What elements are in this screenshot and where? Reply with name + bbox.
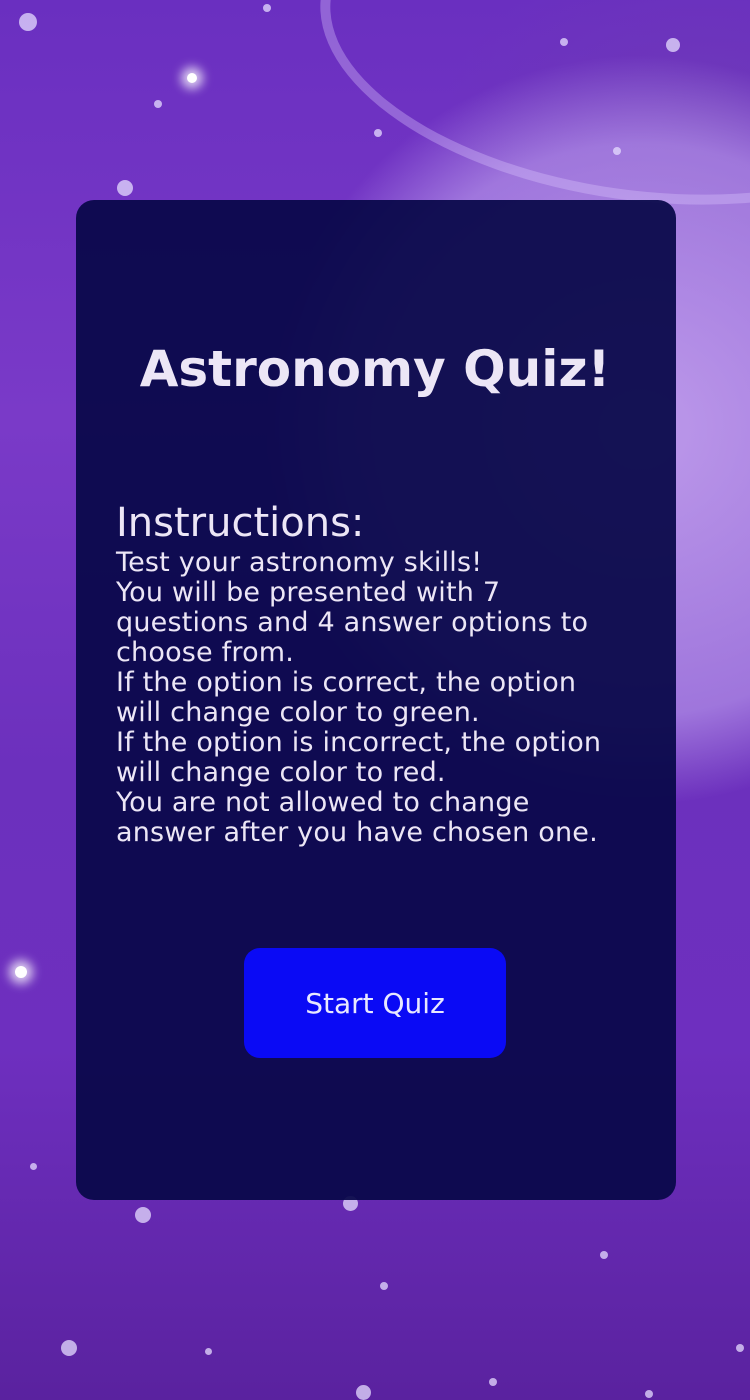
- star: [736, 1344, 744, 1352]
- instruction-line: questions and 4 answer options to: [116, 607, 589, 638]
- star: [645, 1390, 653, 1398]
- star: [15, 966, 27, 978]
- start-quiz-button[interactable]: Start Quiz: [244, 948, 506, 1058]
- instructions-heading: Instructions:: [116, 500, 365, 546]
- star: [30, 1163, 37, 1170]
- star: [263, 4, 271, 12]
- star: [380, 1282, 388, 1290]
- star: [613, 147, 621, 155]
- instructions-panel: Instructions: Test your astronomy skills…: [116, 498, 656, 848]
- star: [374, 129, 382, 137]
- instruction-line: If the option is correct, the option: [116, 667, 577, 698]
- instruction-line: answer after you have chosen one.: [116, 817, 598, 848]
- star: [356, 1385, 371, 1400]
- instruction-line: will change color to green.: [116, 697, 480, 728]
- star: [187, 73, 197, 83]
- star: [19, 13, 37, 31]
- star: [600, 1251, 608, 1259]
- instruction-line: You will be presented with 7: [116, 577, 501, 608]
- page-title: Astronomy Quiz!: [139, 340, 611, 398]
- star: [135, 1207, 151, 1223]
- star: [154, 100, 162, 108]
- star: [61, 1340, 77, 1356]
- star: [666, 38, 680, 52]
- instruction-line: If the option is incorrect, the option: [116, 727, 602, 758]
- star: [117, 180, 133, 196]
- instruction-line: choose from.: [116, 637, 295, 668]
- instruction-line: You are not allowed to change: [116, 787, 530, 818]
- instruction-line: Test your astronomy skills!: [116, 547, 483, 578]
- instruction-line: will change color to red.: [116, 757, 446, 788]
- star: [489, 1378, 497, 1386]
- star: [560, 38, 568, 46]
- star: [205, 1348, 212, 1355]
